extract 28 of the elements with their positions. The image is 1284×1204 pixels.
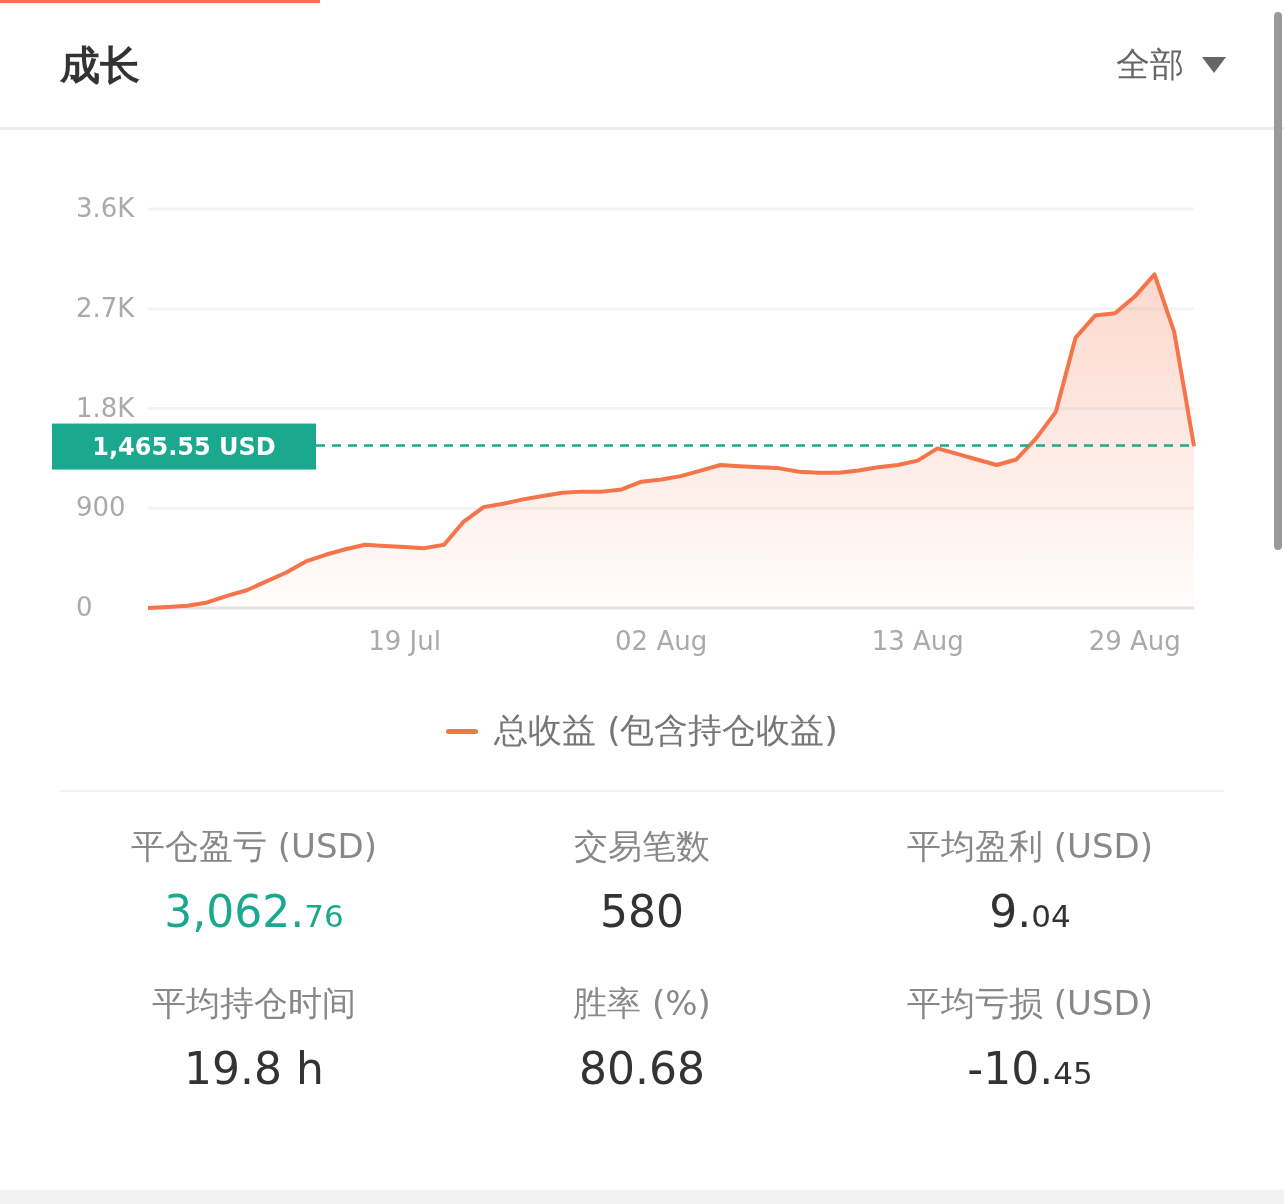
stat-value: 80.68 [579,1043,705,1094]
stat-value: 9.04 [989,886,1071,937]
axis-label: 2.7K [76,292,135,323]
caret-icon [1202,57,1226,73]
axis-label: 0 [76,592,93,622]
stat-label: 胜率 (%) [573,982,711,1025]
axis-label: 13 Aug [871,626,964,656]
stat-value: 580 [600,886,684,937]
axis-label: 1.8K [76,392,135,423]
axis-label: 900 [76,492,126,523]
stat-value: 19.8 h [184,1043,324,1094]
stat-label: 平均持仓时间 [152,982,356,1025]
stat-label: 平仓盈亏 (USD) [131,825,377,868]
axis-label: 19 Jul [368,626,441,656]
legend-swatch [446,728,479,734]
legend-label: 总收益 (包含持仓收益) [494,709,838,752]
stat-label: 交易笔数 [574,825,710,868]
stat-label: 平均亏损 (USD) [907,982,1153,1025]
axis-label: 29 Aug [1088,626,1181,656]
filter-dropdown[interactable]: 全部 [1116,42,1226,88]
stat-value: 3,062.76 [164,886,344,937]
axis-label: 3.6K [76,193,135,223]
scrollbar[interactable] [1274,12,1282,550]
marker-label: 1,465.55 USD [92,432,276,461]
stat-value: -10.45 [967,1043,1093,1094]
section-title: 成长 [60,40,140,90]
axis-label: 02 Aug [615,626,708,656]
stat-label: 平均盈利 (USD) [907,825,1153,868]
